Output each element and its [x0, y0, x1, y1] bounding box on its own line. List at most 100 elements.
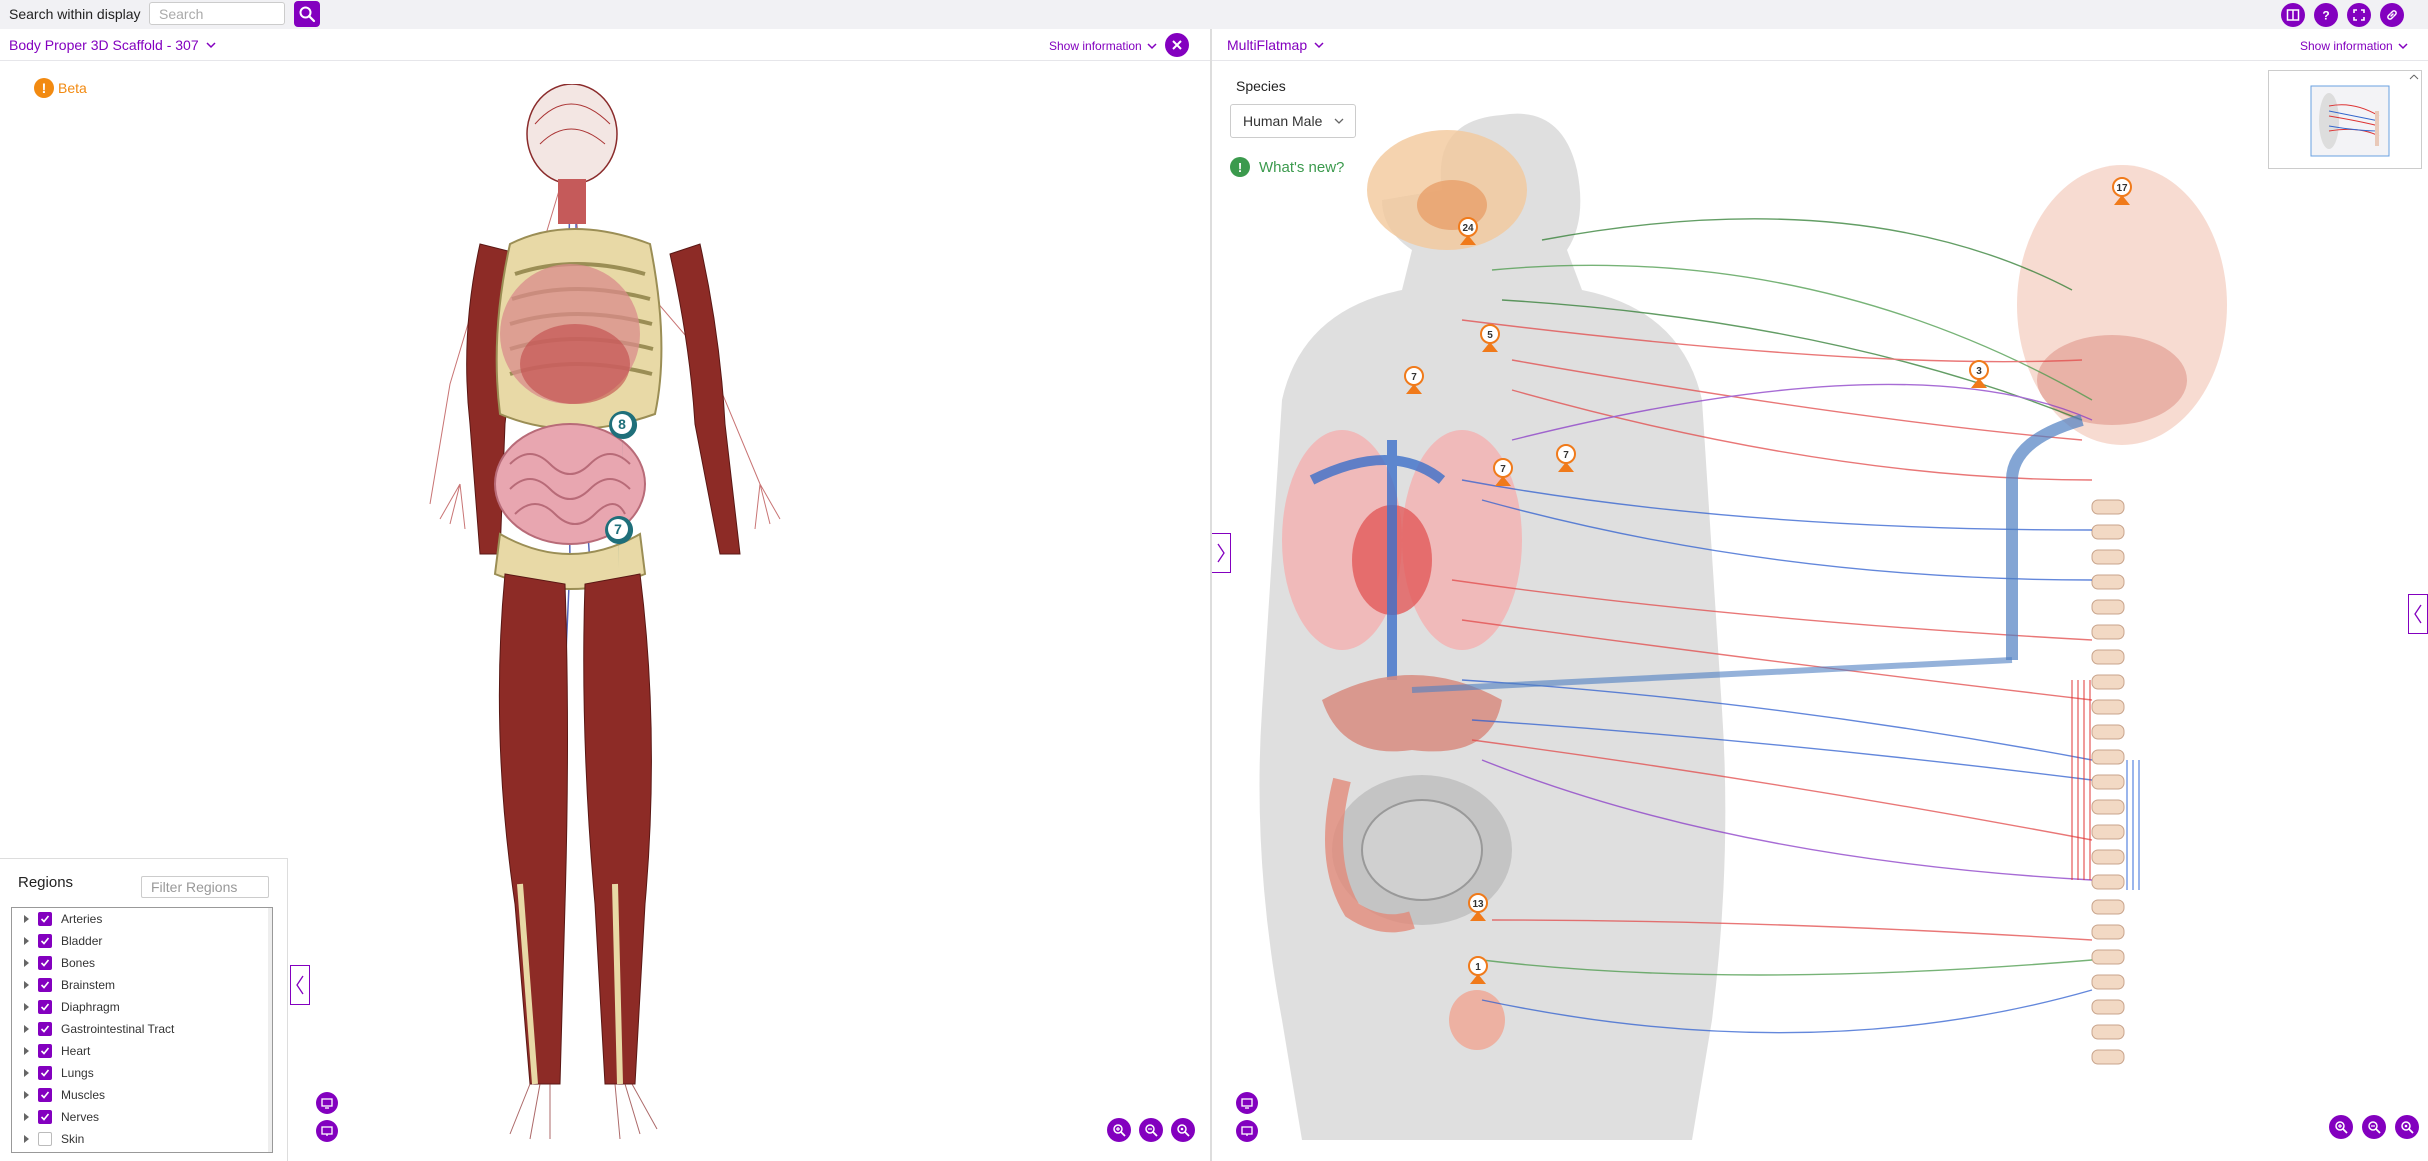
region-item[interactable]: Nerves: [12, 1106, 272, 1128]
zoom-in-button[interactable]: [2329, 1115, 2353, 1139]
region-item[interactable]: Bladder: [12, 930, 272, 952]
help-button[interactable]: ?: [2314, 3, 2338, 27]
monitor-icon: [321, 1126, 333, 1136]
scaffold-panel: Body Proper 3D Scaffold - 307 Show infor…: [0, 29, 1210, 1161]
region-checkbox[interactable]: [38, 934, 52, 948]
expand-arrow-icon[interactable]: [24, 1047, 29, 1055]
region-item[interactable]: Arteries: [12, 908, 272, 930]
screen-capture-button[interactable]: [1236, 1092, 1258, 1114]
expand-arrow-icon[interactable]: [24, 1113, 29, 1121]
expand-arrow-icon[interactable]: [24, 959, 29, 967]
region-item[interactable]: Muscles: [12, 1084, 272, 1106]
region-item[interactable]: Lungs: [12, 1062, 272, 1084]
display-settings-button[interactable]: [1236, 1120, 1258, 1142]
region-item[interactable]: Skin: [12, 1128, 272, 1150]
body-3d-render[interactable]: 8 7: [420, 84, 840, 1161]
region-checkbox[interactable]: [38, 1044, 52, 1058]
flatmap-sidebar-tab-right[interactable]: [2408, 594, 2428, 634]
region-label: Lungs: [61, 1066, 94, 1080]
flatmap-sidebar-tab-left[interactable]: [1212, 533, 1231, 573]
region-label: Bladder: [61, 934, 103, 948]
chevron-down-icon: [1334, 118, 1344, 124]
split-view-button[interactable]: [2281, 3, 2305, 27]
region-checkbox[interactable]: [38, 956, 52, 970]
regions-collapse-tab[interactable]: [290, 965, 310, 1005]
fullscreen-button[interactable]: [2347, 3, 2371, 27]
screen-capture-icon: [1241, 1098, 1253, 1109]
beta-badge: ! Beta: [34, 78, 87, 98]
flatmap-marker-label: 7: [1411, 372, 1417, 383]
display-settings-button[interactable]: [316, 1120, 338, 1142]
flatmap-marker-label: 17: [2116, 183, 2128, 194]
flatmap-title[interactable]: MultiFlatmap: [1227, 37, 1324, 53]
expand-arrow-icon[interactable]: [24, 937, 29, 945]
scaffold-marker-label: 8: [618, 416, 626, 432]
chevron-down-icon: [1314, 41, 1324, 48]
flatmap-marker-label: 5: [1487, 330, 1493, 341]
flatmap-marker-label: 7: [1500, 464, 1506, 475]
region-checkbox[interactable]: [38, 978, 52, 992]
flatmap-marker-label: 24: [1462, 223, 1474, 234]
region-item[interactable]: Heart: [12, 1040, 272, 1062]
zoom-reset-button[interactable]: [2395, 1115, 2419, 1139]
search-button[interactable]: [294, 1, 320, 27]
show-information-toggle[interactable]: Show information: [1049, 39, 1157, 53]
chevron-right-icon: [1217, 543, 1225, 563]
region-label: Brainstem: [61, 978, 116, 992]
close-panel-button[interactable]: [1165, 33, 1189, 57]
regions-panel: Regions Arteries Bladder Bones Brainstem Dia…: [0, 858, 288, 1161]
whats-new-label: What's new?: [1259, 158, 1345, 176]
whats-new-link[interactable]: ! What's new?: [1230, 157, 1344, 177]
filter-regions-input[interactable]: [141, 876, 269, 898]
region-item[interactable]: Gastrointestinal Tract: [12, 1018, 272, 1040]
regions-title: Regions: [18, 874, 74, 891]
zoom-out-button[interactable]: [1139, 1118, 1163, 1142]
scaffold-marker-label: 7: [614, 521, 622, 537]
search-input[interactable]: [149, 2, 285, 25]
species-select[interactable]: Human Male: [1230, 104, 1356, 138]
fullscreen-icon: [2353, 9, 2365, 21]
region-label: Skin: [61, 1132, 85, 1146]
region-checkbox[interactable]: [38, 1110, 52, 1124]
zoom-out-button[interactable]: [2362, 1115, 2386, 1139]
region-item[interactable]: Brainstem: [12, 974, 272, 996]
region-checkbox[interactable]: [38, 1022, 52, 1036]
expand-arrow-icon[interactable]: [24, 981, 29, 989]
region-checkbox[interactable]: [38, 1088, 52, 1102]
zoom-out-icon: [1145, 1124, 1158, 1137]
beta-label: Beta: [58, 80, 87, 96]
flatmap-marker[interactable]: 3: [1969, 360, 1989, 388]
expand-arrow-icon[interactable]: [24, 1025, 29, 1033]
region-checkbox[interactable]: [38, 1066, 52, 1080]
chevron-down-icon: [206, 41, 216, 48]
scaffold-title[interactable]: Body Proper 3D Scaffold - 307: [9, 37, 216, 53]
region-item[interactable]: Bones: [12, 952, 272, 974]
show-information-toggle[interactable]: Show information: [2300, 39, 2408, 53]
minimap[interactable]: [2268, 70, 2422, 169]
expand-arrow-icon[interactable]: [24, 1091, 29, 1099]
show-information-label: Show information: [2300, 39, 2393, 53]
species-label: Species: [1236, 78, 1286, 94]
expand-arrow-icon[interactable]: [24, 915, 29, 923]
region-item[interactable]: Diaphragm: [12, 996, 272, 1018]
zoom-reset-icon: [2401, 1121, 2414, 1134]
flatmap-canvas[interactable]: 17 24 5 3 7 7 7 13 1: [1212, 60, 2428, 1161]
zoom-reset-button[interactable]: [1171, 1118, 1195, 1142]
flatmap-panel: MultiFlatmap Show information 17 24 5 3 …: [1212, 29, 2428, 1161]
permalink-button[interactable]: [2380, 3, 2404, 27]
region-label: Nerves: [61, 1110, 100, 1124]
region-label: Gastrointestinal Tract: [61, 1022, 175, 1036]
chevron-left-icon: [296, 975, 304, 995]
expand-arrow-icon[interactable]: [24, 1069, 29, 1077]
flatmap-header: MultiFlatmap Show information: [1212, 29, 2428, 61]
zoom-in-button[interactable]: [1107, 1118, 1131, 1142]
region-checkbox[interactable]: [38, 1000, 52, 1014]
screen-capture-button[interactable]: [316, 1092, 338, 1114]
region-checkbox[interactable]: [38, 1132, 52, 1146]
zoom-in-icon: [1113, 1124, 1126, 1137]
expand-arrow-icon[interactable]: [24, 1135, 29, 1143]
region-checkbox[interactable]: [38, 912, 52, 926]
expand-arrow-icon[interactable]: [24, 1003, 29, 1011]
search-icon: [299, 6, 316, 23]
zoom-in-icon: [2335, 1121, 2348, 1134]
